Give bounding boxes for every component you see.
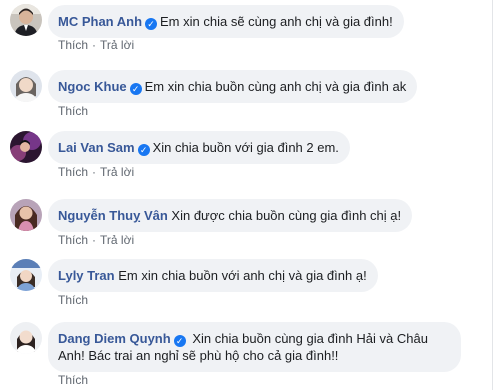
commenter-name[interactable]: Nguyễn Thuỵ Vân [58,208,168,223]
commenter-name[interactable]: Lyly Tran [58,268,115,283]
comment-text: Em xin chia buồn với anh chị và gia đình… [118,268,367,283]
separator-dot: · [92,233,97,247]
comment-actions: Thích · Trả lời [58,165,134,179]
comment-bubble: Dang Diem Quynh ✓ Xin chia buồn cùng gia … [48,322,461,372]
comment-bubble: Ngoc Khue ✓ Em xin chia buồn cùng anh chị … [48,70,418,103]
reply-link[interactable]: Trả lời [100,233,134,247]
commenter-name[interactable]: Ngoc Khue [58,79,127,94]
commenter-name[interactable]: MC Phan Anh [58,14,142,29]
comment-text: Xin được chia buồn cùng gia đình chị ạ! [171,208,402,223]
commenter-name[interactable]: Lai Van Sam [58,140,135,155]
commenter-name[interactable]: Dang Diem Quynh [58,331,171,346]
comment-bubble: MC Phan Anh ✓ Em xin chia sẽ cùng anh chị … [48,5,404,38]
verified-check-icon: ✓ [173,335,186,347]
comment-actions: Thích [58,373,88,387]
verified-check-icon: ✓ [137,144,150,156]
like-link[interactable]: Thích [58,104,88,118]
separator-dot: · [92,38,97,52]
avatar[interactable] [10,70,42,102]
comment-actions: Thích [58,104,88,118]
avatar[interactable] [10,259,42,291]
avatar[interactable] [10,322,42,354]
avatar[interactable] [10,199,42,231]
like-link[interactable]: Thích [58,233,88,247]
verified-check-icon: ✓ [129,83,142,95]
comment-bubble: Lyly Tran Em xin chia buồn với anh chị v… [48,259,378,292]
comment-actions: Thích · Trả lời [58,38,134,52]
verified-check-icon: ✓ [145,18,158,30]
reply-link[interactable]: Trả lời [100,165,134,179]
avatar[interactable] [10,131,42,163]
like-link[interactable]: Thích [58,38,88,52]
like-link[interactable]: Thích [58,293,88,307]
comment-text: Xin chia buồn với gia đình 2 em. [152,140,339,155]
comment-text: Em xin chia sẽ cùng anh chị và gia đình! [160,14,393,29]
comment-bubble: Nguyễn Thuỵ Vân Xin được chia buồn cùng … [48,199,413,232]
like-link[interactable]: Thích [58,373,88,387]
comment-bubble: Lai Van Sam ✓ Xin chia buồn với gia đình 2… [48,131,350,164]
like-link[interactable]: Thích [58,165,88,179]
page-divider [492,0,493,390]
separator-dot: · [92,165,97,179]
reply-link[interactable]: Trả lời [100,38,134,52]
comment-actions: Thích [58,293,88,307]
avatar[interactable] [10,4,42,36]
comment-actions: Thích · Trả lời [58,233,134,247]
comment-text: Em xin chia buồn cùng anh chị và gia đìn… [144,79,407,94]
